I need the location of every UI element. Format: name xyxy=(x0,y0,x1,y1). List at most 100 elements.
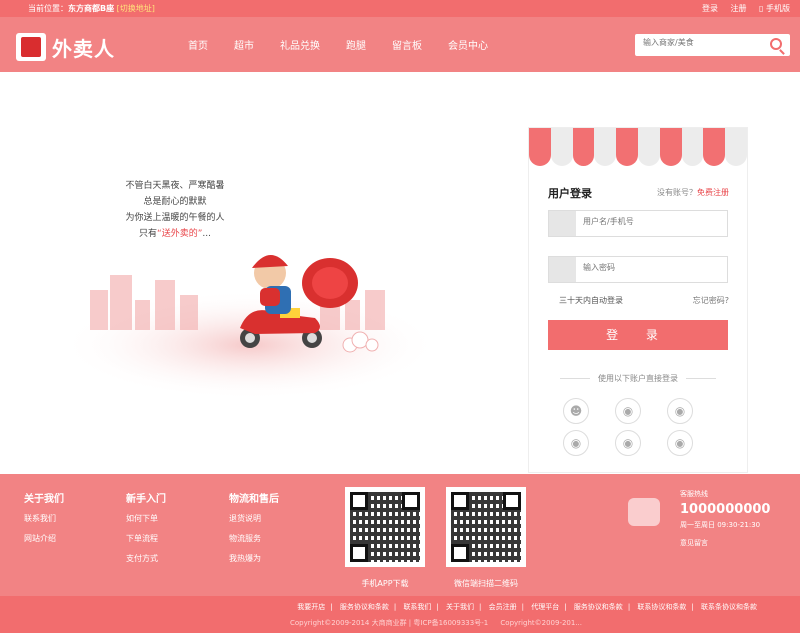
footer-col-newbie: 新手入门 如何下单 下单流程 支付方式 xyxy=(126,490,166,573)
login-title: 用户登录 xyxy=(548,187,592,200)
nav-errand[interactable]: 跑腿 xyxy=(346,37,366,52)
logo[interactable]: 外卖人 xyxy=(16,33,115,61)
footer-link[interactable]: 如何下单 xyxy=(126,513,166,524)
main-nav: 首页 超市 礼品兑换 跑腿 留言板 会员中心 xyxy=(188,37,514,52)
bottom-link[interactable]: 关于我们 xyxy=(446,603,474,611)
nav-gift-exchange[interactable]: 礼品兑换 xyxy=(280,37,320,52)
bottom-link[interactable]: 联系条协议和条款 xyxy=(701,603,757,611)
copyright-text-2: Copyright©2009-201... xyxy=(500,619,583,627)
location-name: 东方商都B座 xyxy=(68,4,115,13)
bottom-link[interactable]: 联系我们 xyxy=(403,603,431,611)
no-account-text: 没有账号？ xyxy=(657,188,697,197)
bottom-link[interactable]: 我要开店 xyxy=(297,603,325,611)
slogan-line: 为你送上温暖的午餐的人 xyxy=(125,213,225,223)
login-panel: 用户登录 没有账号？免费注册 三十天内自动登录 忘记密码? 登 录 使用以下账户… xyxy=(528,127,748,473)
bottom-link[interactable]: 代理平台 xyxy=(531,603,559,611)
weibo-icon[interactable]: ◉ xyxy=(667,430,693,456)
hotline-number: 1000000000 xyxy=(680,502,771,517)
phone-icon xyxy=(628,498,660,526)
slogan-line: 总是耐心的默默 xyxy=(143,197,207,207)
social-login-icons: ☻ ◉ ◉ ◉ ◉ ◉ xyxy=(563,398,723,456)
app-qr-label: 手机APP下载 xyxy=(361,579,409,588)
nav-home[interactable]: 首页 xyxy=(188,37,208,52)
delivery-illustration xyxy=(60,254,440,400)
weibo-icon[interactable]: ◉ xyxy=(615,398,641,424)
register-prompt: 没有账号？免费注册 xyxy=(657,187,729,198)
footer-col-title: 物流和售后 xyxy=(229,494,279,505)
footer-link[interactable]: 我热爆为 xyxy=(229,553,279,564)
forgot-password-link[interactable]: 忘记密码? xyxy=(693,295,729,306)
footer-link[interactable]: 退货说明 xyxy=(229,513,279,524)
register-link[interactable]: 注册 xyxy=(731,4,747,13)
service-hours: 周一至周日 09:30-21:30 xyxy=(680,521,761,529)
footer-link[interactable]: 网站介绍 xyxy=(24,533,64,544)
footer-link[interactable]: 联系我们 xyxy=(24,513,64,524)
footer-link[interactable]: 支付方式 xyxy=(126,553,166,564)
qq-icon[interactable]: ☻ xyxy=(563,398,589,424)
footer-col-title: 新手入门 xyxy=(126,494,166,505)
switch-address-link[interactable]: [切换地址] xyxy=(117,4,155,13)
awning-stripe xyxy=(703,128,726,166)
footer-col-title: 关于我们 xyxy=(24,494,64,505)
app-qr-code xyxy=(345,487,425,567)
awning-stripe xyxy=(659,128,682,166)
bottom-links: 我要开店 | 服务协议和条款 | 联系我们 | 关于我们 | 会员注册 | 代理平台 | 服… xyxy=(297,603,757,611)
awning-stripe xyxy=(550,128,573,166)
brand-name: 外卖人 xyxy=(52,36,115,61)
user-icon xyxy=(549,211,576,236)
top-bar: 当前位置：东方商都B座 [切换地址] 登录 注册 ▯ 手机版 xyxy=(0,0,800,17)
slogan-highlight: “送外卖的” xyxy=(157,229,203,239)
bottom-link[interactable]: 服务协议和条款 xyxy=(340,603,389,611)
search-box xyxy=(635,34,790,56)
awning-stripe xyxy=(594,128,617,166)
footer-link[interactable]: 下单流程 xyxy=(126,533,166,544)
bottom-bar: 我要开店 | 服务协议和条款 | 联系我们 | 关于我们 | 会员注册 | 代理平台 | 服… xyxy=(0,596,800,633)
login-options: 三十天内自动登录 忘记密码? xyxy=(559,295,729,306)
bottom-link[interactable]: 服务协议和条款 xyxy=(574,603,623,611)
awning-stripe xyxy=(637,128,660,166)
copyright-text: Copyright©2009-2014 大商商业群 | 粤ICP备1600933… xyxy=(290,619,489,627)
wechat-qr-code xyxy=(446,487,526,567)
footer-col-about: 关于我们 联系我们 网站介绍 xyxy=(24,490,64,553)
nav-message-board[interactable]: 留言板 xyxy=(392,37,422,52)
search-input[interactable] xyxy=(643,38,763,47)
header: 外卖人 首页 超市 礼品兑换 跑腿 留言板 会员中心 xyxy=(0,17,800,72)
login-link[interactable]: 登录 xyxy=(702,4,718,13)
awning-stripe xyxy=(681,128,704,166)
wechat-qr-label: 微信端扫描二维码 xyxy=(454,579,518,588)
location-prefix: 当前位置： xyxy=(28,4,68,13)
awning-stripe xyxy=(616,128,638,166)
footer-col-logistics: 物流和售后 退货说明 物流服务 我热爆为 xyxy=(229,490,279,573)
slogan-line: 只有“送外卖的”... xyxy=(100,226,250,242)
search-icon[interactable] xyxy=(770,38,782,50)
weibo-icon[interactable]: ◉ xyxy=(667,398,693,424)
lock-icon xyxy=(549,257,576,282)
hotline-info: 客服热线 1000000000 周一至周日 09:30-21:30 意见留言 xyxy=(680,489,770,548)
free-register-link[interactable]: 免费注册 xyxy=(697,188,729,197)
location: 当前位置：东方商都B座 [切换地址] xyxy=(28,0,155,17)
mobile-link[interactable]: ▯ 手机版 xyxy=(759,4,790,13)
hotline-label: 客服热线 xyxy=(680,490,708,498)
nav-supermarket[interactable]: 超市 xyxy=(234,37,254,52)
username-input[interactable] xyxy=(583,217,723,226)
copyright: Copyright©2009-2014 大商商业群 | 粤ICP备1600933… xyxy=(290,618,582,628)
awning-stripe xyxy=(572,128,595,166)
footer: 关于我们 联系我们 网站介绍 新手入门 如何下单 下单流程 支付方式 物流和售后… xyxy=(0,474,800,596)
login-button[interactable]: 登 录 xyxy=(548,320,728,350)
awning-stripe xyxy=(529,128,551,166)
auto-login-checkbox[interactable]: 三十天内自动登录 xyxy=(559,296,623,305)
slogan-line: 不管白天黑夜、严寒酷暑 xyxy=(125,181,225,191)
hero-slogan: 不管白天黑夜、严寒酷暑 总是耐心的默默 为你送上温暖的午餐的人 只有“送外卖的”… xyxy=(100,178,250,242)
password-input[interactable] xyxy=(583,263,723,272)
top-links: 登录 注册 ▯ 手机版 xyxy=(692,0,790,17)
feedback-label[interactable]: 意见留言 xyxy=(680,538,770,548)
bottom-link[interactable]: 联系协议和条款 xyxy=(637,603,686,611)
username-field xyxy=(548,210,728,237)
awning-decoration xyxy=(529,128,747,166)
weibo-icon[interactable]: ◉ xyxy=(563,430,589,456)
bottom-link[interactable]: 会员注册 xyxy=(489,603,517,611)
weibo-icon[interactable]: ◉ xyxy=(615,430,641,456)
footer-link[interactable]: 物流服务 xyxy=(229,533,279,544)
nav-member-center[interactable]: 会员中心 xyxy=(448,37,488,52)
social-login-title: 使用以下账户直接登录 xyxy=(548,373,728,384)
